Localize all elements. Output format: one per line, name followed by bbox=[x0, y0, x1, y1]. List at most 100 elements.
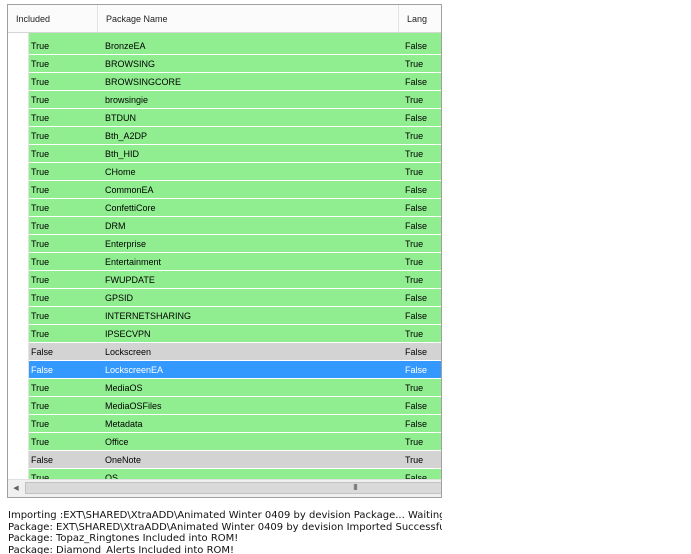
package-grid[interactable]: Included Package Name Lang True BronzeEA F… bbox=[7, 4, 442, 498]
table-row[interactable]: True CommonEA False bbox=[29, 181, 441, 199]
table-row[interactable]: True BROWSINGCORE False bbox=[29, 73, 441, 91]
cell-package-name[interactable]: IPSECVPN bbox=[105, 325, 151, 343]
table-row[interactable]: True MediaOSFiles False bbox=[29, 397, 441, 415]
cell-included[interactable]: True bbox=[31, 217, 49, 235]
cell-package-name[interactable]: CommonEA bbox=[105, 181, 154, 199]
cell-lang[interactable]: False bbox=[405, 37, 427, 55]
cell-lang[interactable]: False bbox=[405, 307, 427, 325]
cell-included[interactable]: True bbox=[31, 109, 49, 127]
cell-lang[interactable]: True bbox=[405, 163, 423, 181]
table-row[interactable]: True CHome True bbox=[29, 163, 441, 181]
cell-included[interactable]: False bbox=[31, 361, 53, 379]
cell-lang[interactable]: True bbox=[405, 325, 423, 343]
table-row[interactable]: False OneNote True bbox=[29, 451, 441, 469]
cell-included[interactable]: True bbox=[31, 253, 49, 271]
cell-included[interactable]: True bbox=[31, 379, 49, 397]
cell-lang[interactable]: True bbox=[405, 379, 423, 397]
cell-lang[interactable]: True bbox=[405, 451, 423, 469]
cell-lang[interactable]: True bbox=[405, 145, 423, 163]
cell-included[interactable]: True bbox=[31, 271, 49, 289]
cell-package-name[interactable]: BROWSING bbox=[105, 55, 155, 73]
cell-included[interactable]: True bbox=[31, 163, 49, 181]
cell-lang[interactable]: True bbox=[405, 127, 423, 145]
table-row[interactable]: True ConfettiCore False bbox=[29, 199, 441, 217]
cell-lang[interactable]: True bbox=[405, 235, 423, 253]
cell-included[interactable]: True bbox=[31, 73, 49, 91]
cell-lang[interactable]: True bbox=[405, 271, 423, 289]
scrollbar-thumb[interactable]: III bbox=[25, 482, 441, 494]
table-row[interactable]: True INTERNETSHARING False bbox=[29, 307, 441, 325]
scroll-left-icon[interactable]: ◀ bbox=[8, 480, 24, 497]
table-row[interactable]: True Bth_A2DP True bbox=[29, 127, 441, 145]
table-row[interactable]: True Entertainment True bbox=[29, 253, 441, 271]
table-row[interactable]: False Lockscreen False bbox=[29, 343, 441, 361]
cell-lang[interactable]: True bbox=[405, 55, 423, 73]
cell-lang[interactable]: False bbox=[405, 217, 427, 235]
table-row[interactable]: True GPSID False bbox=[29, 289, 441, 307]
table-row[interactable]: True MediaOS True bbox=[29, 379, 441, 397]
cell-lang[interactable]: False bbox=[405, 397, 427, 415]
cell-package-name[interactable]: Metadata bbox=[105, 415, 143, 433]
cell-lang[interactable]: True bbox=[405, 253, 423, 271]
table-row[interactable]: True DRM False bbox=[29, 217, 441, 235]
cell-package-name[interactable]: Bth_A2DP bbox=[105, 127, 147, 145]
cell-included[interactable]: True bbox=[31, 433, 49, 451]
cell-package-name[interactable]: BROWSINGCORE bbox=[105, 73, 181, 91]
cell-package-name[interactable]: DRM bbox=[105, 217, 126, 235]
cell-included[interactable]: True bbox=[31, 55, 49, 73]
cell-included[interactable]: False bbox=[31, 343, 53, 361]
table-row[interactable]: True Metadata False bbox=[29, 415, 441, 433]
cell-included[interactable]: True bbox=[31, 145, 49, 163]
cell-package-name[interactable]: Office bbox=[105, 433, 128, 451]
cell-lang[interactable]: False bbox=[405, 109, 427, 127]
cell-included[interactable]: True bbox=[31, 127, 49, 145]
cell-package-name[interactable]: ConfettiCore bbox=[105, 199, 156, 217]
table-row[interactable]: True BROWSING True bbox=[29, 55, 441, 73]
table-row[interactable]: True browsingie True bbox=[29, 91, 441, 109]
cell-included[interactable]: True bbox=[31, 37, 49, 55]
column-header-included[interactable]: Included bbox=[8, 5, 98, 32]
cell-included[interactable]: True bbox=[31, 91, 49, 109]
cell-package-name[interactable]: MediaOSFiles bbox=[105, 397, 162, 415]
cell-package-name[interactable]: LockscreenEA bbox=[105, 361, 163, 379]
table-row[interactable]: True BTDUN False bbox=[29, 109, 441, 127]
cell-package-name[interactable]: BronzeEA bbox=[105, 37, 146, 55]
cell-lang[interactable]: False bbox=[405, 181, 427, 199]
cell-package-name[interactable]: BTDUN bbox=[105, 109, 136, 127]
cell-included[interactable]: True bbox=[31, 289, 49, 307]
cell-package-name[interactable]: INTERNETSHARING bbox=[105, 307, 191, 325]
cell-lang[interactable]: True bbox=[405, 433, 423, 451]
cell-included[interactable]: True bbox=[31, 181, 49, 199]
cell-lang[interactable]: False bbox=[405, 415, 427, 433]
table-row[interactable]: True Bth_HID True bbox=[29, 145, 441, 163]
cell-package-name[interactable]: Entertainment bbox=[105, 253, 161, 271]
table-row[interactable]: True IPSECVPN True bbox=[29, 325, 441, 343]
table-row[interactable]: False LockscreenEA False bbox=[29, 361, 441, 379]
cell-package-name[interactable]: FWUPDATE bbox=[105, 271, 155, 289]
table-row[interactable]: True FWUPDATE True bbox=[29, 271, 441, 289]
cell-lang[interactable]: False bbox=[405, 361, 427, 379]
cell-lang[interactable]: False bbox=[405, 199, 427, 217]
cell-included[interactable]: True bbox=[31, 307, 49, 325]
horizontal-scrollbar[interactable]: ◀ III bbox=[8, 479, 441, 497]
column-header-package-name[interactable]: Package Name bbox=[98, 5, 399, 32]
cell-included[interactable]: False bbox=[31, 451, 53, 469]
cell-package-name[interactable]: Enterprise bbox=[105, 235, 146, 253]
cell-included[interactable]: True bbox=[31, 235, 49, 253]
cell-lang[interactable]: False bbox=[405, 289, 427, 307]
cell-included[interactable]: True bbox=[31, 199, 49, 217]
cell-package-name[interactable]: browsingie bbox=[105, 91, 148, 109]
cell-package-name[interactable]: Lockscreen bbox=[105, 343, 151, 361]
cell-package-name[interactable]: GPSID bbox=[105, 289, 133, 307]
cell-package-name[interactable]: CHome bbox=[105, 163, 136, 181]
cell-lang[interactable]: False bbox=[405, 343, 427, 361]
table-row[interactable]: True Enterprise True bbox=[29, 235, 441, 253]
cell-package-name[interactable]: MediaOS bbox=[105, 379, 143, 397]
cell-lang[interactable]: True bbox=[405, 91, 423, 109]
cell-lang[interactable]: False bbox=[405, 73, 427, 91]
table-row[interactable]: True BronzeEA False bbox=[29, 37, 441, 55]
cell-package-name[interactable]: Bth_HID bbox=[105, 145, 139, 163]
cell-package-name[interactable]: OneNote bbox=[105, 451, 141, 469]
column-header-lang[interactable]: Lang bbox=[399, 5, 441, 32]
cell-included[interactable]: True bbox=[31, 415, 49, 433]
